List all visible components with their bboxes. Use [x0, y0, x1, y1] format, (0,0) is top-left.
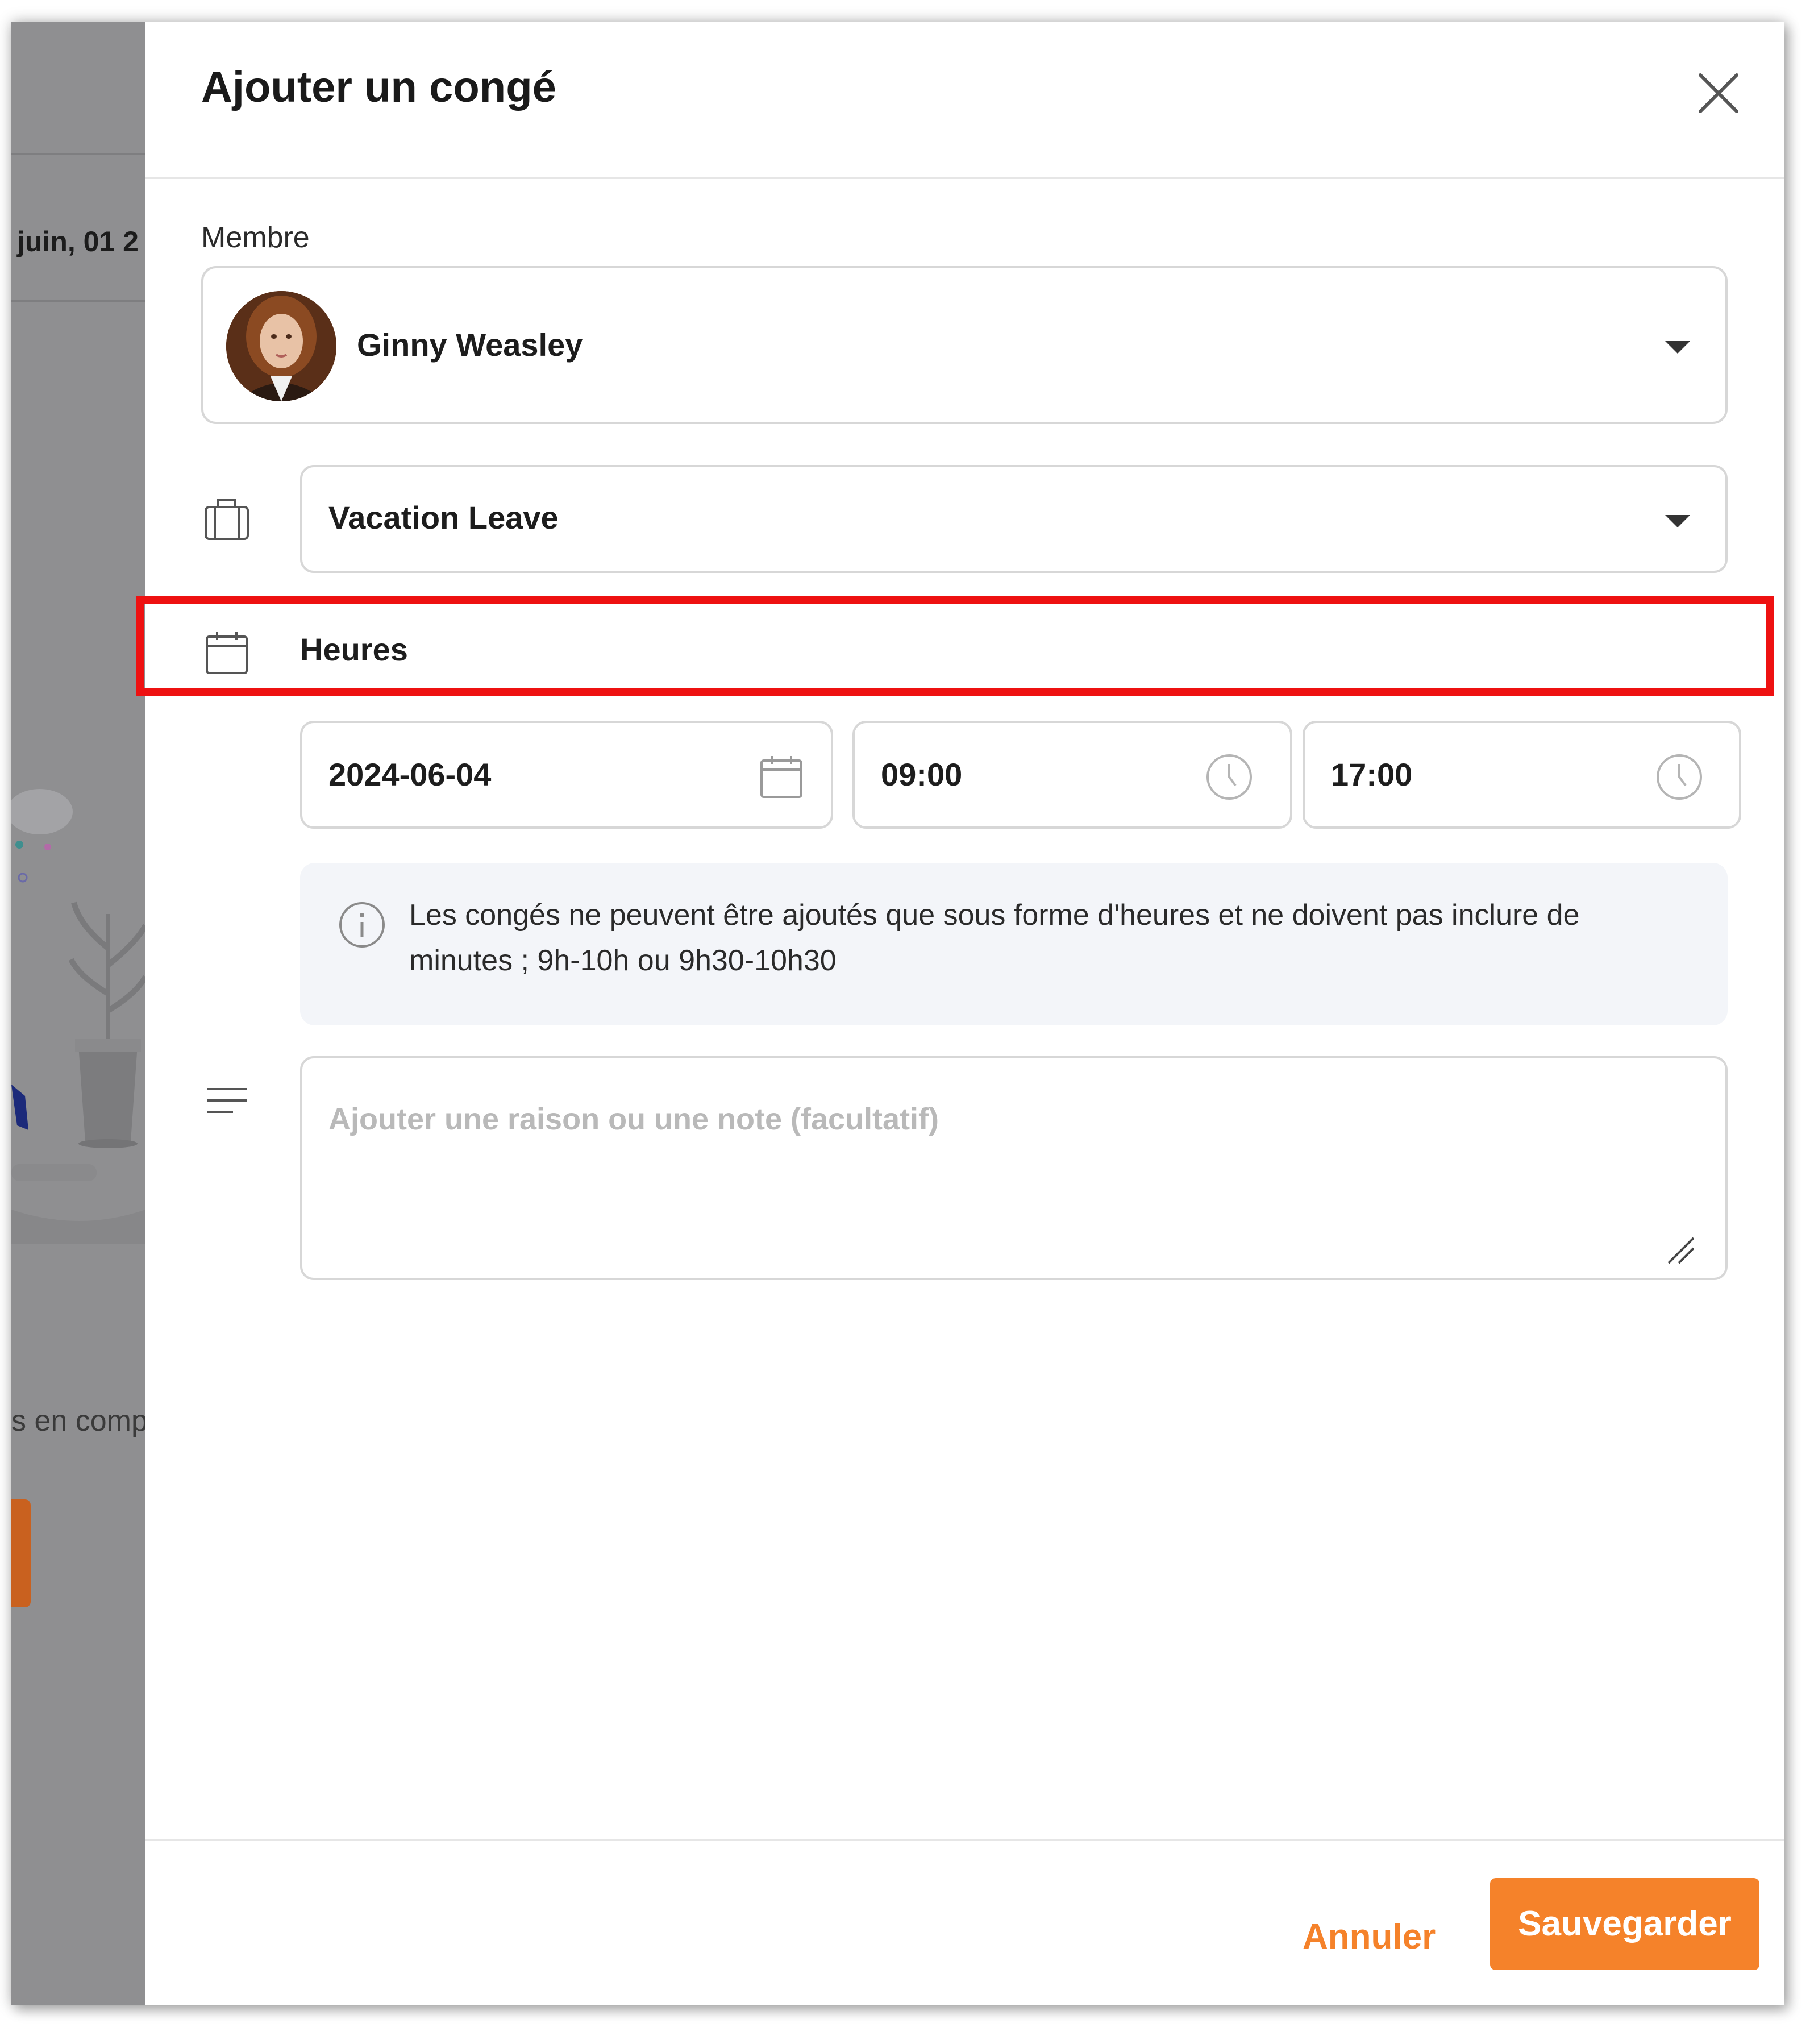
- note-placeholder: Ajouter une raison ou une note (facultat…: [328, 1102, 939, 1136]
- save-button[interactable]: Sauvegarder: [1490, 1878, 1759, 1970]
- date-field[interactable]: 2024-06-04: [300, 721, 833, 829]
- bg-divider: [11, 153, 145, 155]
- modal-title: Ajouter un congé: [201, 63, 556, 111]
- date-value: 2024-06-04: [328, 757, 492, 792]
- duration-mode-label[interactable]: Heures: [300, 631, 408, 668]
- member-select[interactable]: Ginny Weasley: [201, 266, 1728, 424]
- start-time-value: 09:00: [881, 757, 963, 792]
- add-leave-modal: Ajouter un congé Membre Ginny Weasley Va…: [136, 22, 1784, 2005]
- chevron-down-icon: [1665, 341, 1690, 354]
- resize-handle-icon[interactable]: [1665, 1235, 1697, 1266]
- start-time-field[interactable]: 09:00: [852, 721, 1292, 829]
- avatar-image: [226, 291, 336, 401]
- leave-type-select[interactable]: Vacation Leave: [300, 465, 1728, 573]
- leave-type-value: Vacation Leave: [328, 500, 559, 535]
- member-label: Membre: [201, 221, 310, 254]
- end-time-field[interactable]: 17:00: [1303, 721, 1741, 829]
- close-icon: [1699, 73, 1738, 113]
- clock-icon: [1657, 754, 1702, 800]
- note-textarea[interactable]: Ajouter une raison ou une note (facultat…: [300, 1056, 1728, 1280]
- lines-icon: [207, 1088, 247, 1113]
- background-overlay: juin, 01 2 s en comp: [11, 22, 145, 2005]
- briefcase-icon: [205, 499, 249, 540]
- avatar: [226, 291, 336, 401]
- info-notice: Les congés ne peuvent être ajoutés que s…: [300, 863, 1728, 1025]
- member-name: Ginny Weasley: [357, 327, 583, 363]
- end-time-value: 17:00: [1331, 757, 1413, 792]
- clock-icon: [1206, 754, 1252, 800]
- calendar-icon: [206, 632, 248, 674]
- footer-divider: [145, 1839, 1784, 1841]
- bg-orange-button: [11, 1499, 31, 1607]
- close-button[interactable]: [1697, 72, 1740, 115]
- cancel-button[interactable]: Annuler: [1303, 1897, 1436, 1977]
- bg-partial-text: s en comp: [11, 1405, 145, 1438]
- bg-divider: [11, 300, 145, 302]
- info-text: Les congés ne peuvent être ajoutés que s…: [409, 899, 1580, 977]
- bg-date-text: juin, 01 2: [17, 226, 139, 257]
- screenshot-frame: juin, 01 2 s en comp Ajouter un congé Me…: [11, 22, 1784, 2005]
- info-icon: [339, 902, 385, 948]
- bg-illustration: [11, 789, 145, 1244]
- chevron-down-icon: [1665, 515, 1690, 527]
- calendar-icon: [760, 756, 802, 798]
- modal-header: Ajouter un congé: [145, 22, 1784, 179]
